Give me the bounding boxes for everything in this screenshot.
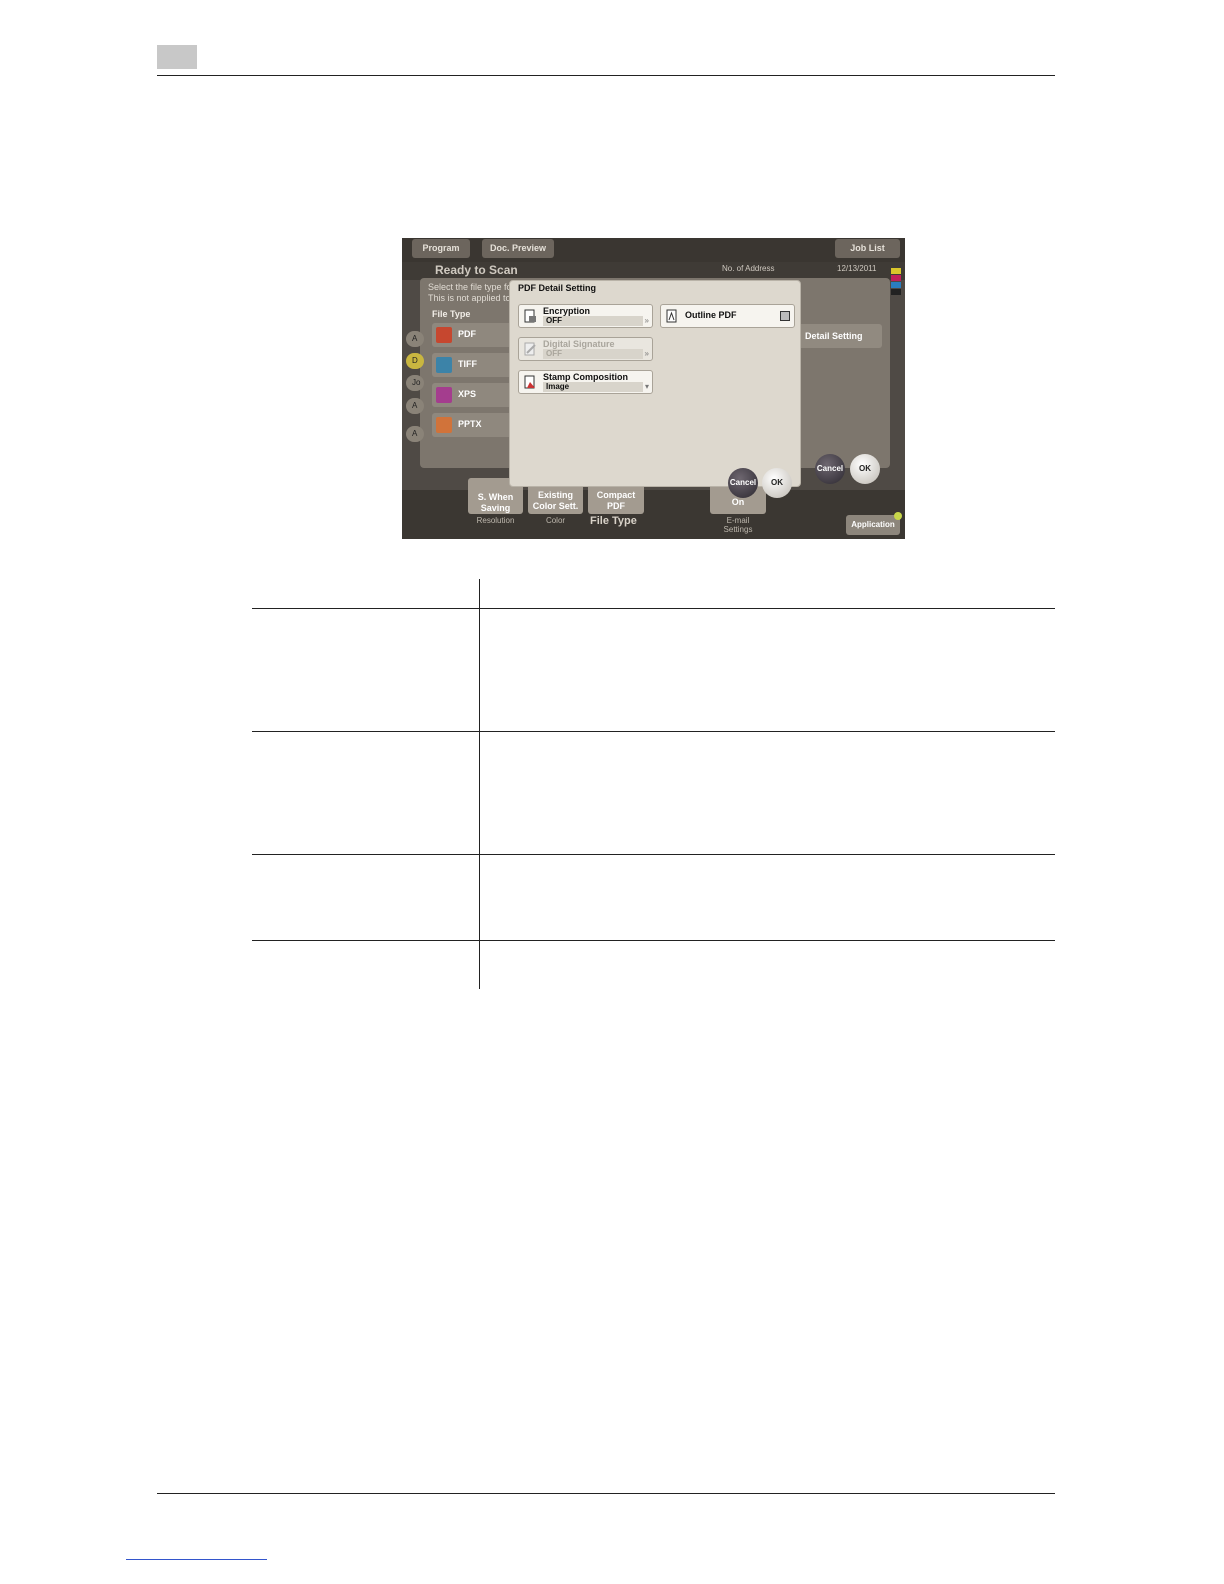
file-type-xps[interactable]: XPS	[432, 383, 512, 407]
file-type-pptx-label: PPTX	[458, 419, 482, 429]
mfp-screenshot: Program Doc. Preview Job List Ready to S…	[402, 238, 905, 539]
table-column-divider	[479, 579, 480, 989]
file-type-section-label: File Type	[590, 515, 637, 527]
ready-status: Ready to Scan	[435, 263, 518, 277]
stamp-composition-label: Stamp Composition	[543, 372, 628, 382]
outline-pdf-icon	[666, 309, 677, 323]
left-tab-1[interactable]: A	[406, 331, 424, 347]
email-label-line1: E-mail	[726, 516, 750, 525]
compact-line1: Compact	[596, 490, 636, 500]
color-line1: Existing	[537, 490, 573, 500]
encryption-value: OFF	[543, 316, 643, 326]
email-settings-label: E-mail Settings	[710, 516, 766, 534]
tab-job-list[interactable]: Job List	[835, 239, 900, 258]
file-type-xps-label: XPS	[458, 389, 477, 399]
background-cancel-button[interactable]: Cancel	[815, 454, 845, 484]
hint-text-2: This is not applied to	[428, 293, 511, 303]
dialog-ok-button[interactable]: OK	[762, 468, 792, 498]
hint-text-1: Select the file type fo	[428, 282, 512, 292]
file-type-pptx[interactable]: PPTX	[432, 413, 512, 437]
color-line2: Color Sett.	[532, 501, 579, 511]
encryption-button[interactable]: Encryption OFF »	[518, 304, 653, 328]
header-rule	[157, 75, 1055, 76]
outline-pdf-button[interactable]: Outline PDF	[660, 304, 795, 328]
stamp-composition-value: Image	[543, 382, 643, 392]
pptx-file-icon	[436, 417, 452, 433]
outline-pdf-label: Outline PDF	[685, 310, 737, 320]
left-tab-5[interactable]: A	[406, 426, 424, 442]
digital-signature-value: OFF	[543, 349, 643, 359]
file-type-tiff-label: TIFF	[458, 359, 477, 369]
footer-rule	[157, 1493, 1055, 1494]
table-row-rule	[252, 854, 1055, 855]
digital-signature-button: Digital Signature OFF »	[518, 337, 653, 361]
saving-line1: S. When	[477, 492, 514, 502]
status-dot-icon	[894, 512, 902, 520]
toner-level-icon	[891, 268, 901, 296]
digital-signature-label: Digital Signature	[543, 339, 615, 349]
resolution-label: Resolution	[476, 516, 515, 525]
tiff-file-icon	[436, 357, 452, 373]
file-type-pdf[interactable]: PDF	[432, 323, 512, 347]
table-row-rule	[252, 731, 1055, 732]
address-count-label: No. of Address	[722, 264, 775, 273]
detail-setting-button[interactable]: Detail Setting	[798, 324, 882, 348]
outline-pdf-checkbox[interactable]	[780, 311, 790, 321]
left-tab-2[interactable]: D	[406, 353, 424, 369]
encryption-label: Encryption	[543, 306, 591, 316]
left-tab-3[interactable]: Jo	[406, 375, 424, 391]
pdf-detail-setting-dialog: PDF Detail Setting Encryption OFF » Digi…	[509, 280, 801, 498]
saving-line2: Saving	[480, 503, 511, 513]
stamp-composition-button[interactable]: Stamp Composition Image ▾	[518, 370, 653, 394]
chevron-down-icon: ▾	[644, 382, 649, 391]
file-type-label: File Type	[432, 309, 471, 319]
application-button[interactable]: Application	[846, 515, 900, 535]
pdf-file-icon	[436, 327, 452, 343]
file-type-pdf-label: PDF	[458, 329, 476, 339]
email-label-line2: Settings	[723, 525, 753, 534]
double-chevron-icon: »	[644, 316, 649, 325]
top-bar: Program Doc. Preview Job List	[402, 238, 905, 262]
file-type-tiff[interactable]: TIFF	[432, 353, 512, 377]
xps-file-icon	[436, 387, 452, 403]
lock-document-icon	[524, 309, 536, 323]
stamp-icon	[524, 375, 535, 389]
compact-line2: PDF	[607, 501, 625, 511]
page-tab-marker	[157, 45, 197, 69]
color-label: Color	[545, 516, 566, 525]
date-display: 12/13/2011	[837, 264, 877, 273]
double-chevron-icon: »	[644, 349, 649, 358]
table-row-rule	[252, 940, 1055, 941]
dialog-title: PDF Detail Setting	[518, 283, 597, 293]
background-ok-button[interactable]: OK	[850, 454, 880, 484]
tab-doc-preview[interactable]: Doc. Preview	[482, 239, 554, 258]
table-header-rule	[252, 608, 1055, 609]
email-on-label: On	[731, 497, 745, 507]
footer-link-underline[interactable]	[126, 1559, 267, 1560]
tab-program[interactable]: Program	[412, 239, 470, 258]
signature-icon	[524, 342, 536, 356]
left-tab-4[interactable]: A	[406, 398, 424, 414]
dialog-cancel-button[interactable]: Cancel	[728, 468, 758, 498]
